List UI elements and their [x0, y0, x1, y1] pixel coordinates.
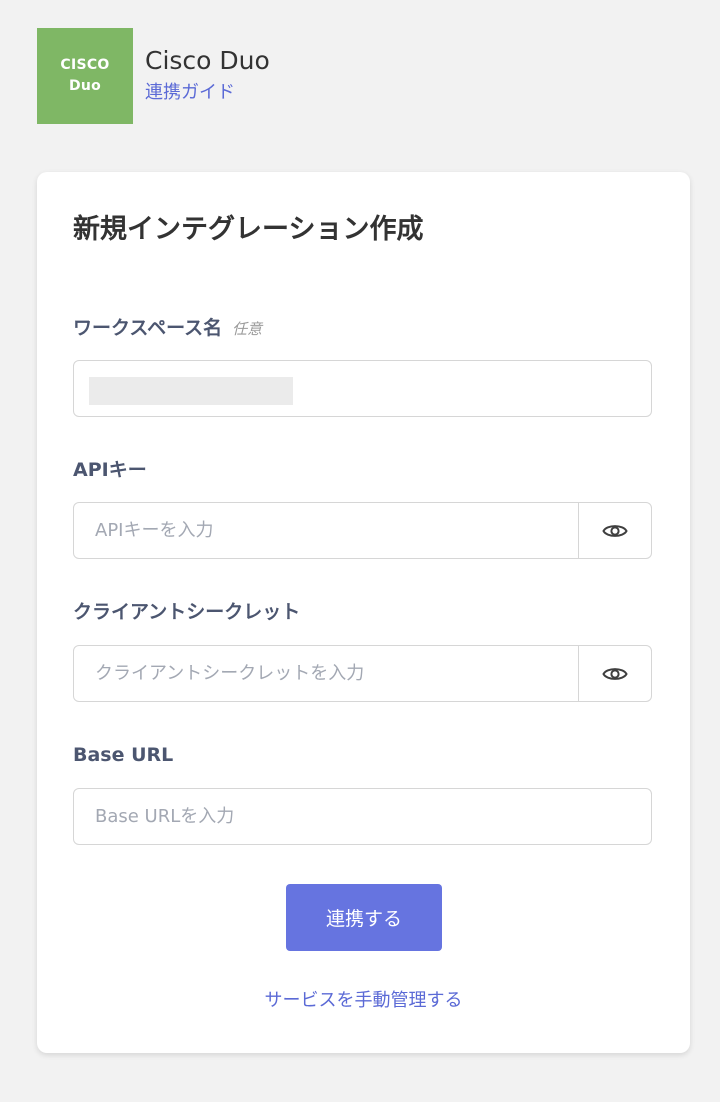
logo-line-duo: Duo [68, 78, 102, 94]
client-secret-label: クライアントシークレット [73, 601, 301, 623]
workspace-name-label: ワークスペース名 任意 [73, 314, 262, 343]
eye-icon [602, 667, 628, 680]
client-secret-visibility-toggle[interactable] [578, 646, 651, 701]
base-url-input[interactable] [74, 789, 651, 844]
base-url-field [73, 788, 652, 845]
client-secret-field [73, 645, 652, 702]
eye-icon [602, 524, 628, 537]
workspace-name-redacted-value [89, 377, 293, 405]
app-title: Cisco Duo [145, 46, 270, 75]
connect-button[interactable]: 連携する [286, 884, 442, 951]
manual-manage-link[interactable]: サービスを手動管理する [37, 988, 690, 1014]
page-title: 新規インテグレーション作成 [73, 214, 424, 245]
cisco-duo-logo: CISCO Duo [37, 28, 133, 124]
optional-tag: 任意 [232, 320, 263, 338]
workspace-name-field[interactable] [73, 360, 652, 417]
client-secret-input[interactable] [74, 646, 581, 701]
api-key-visibility-toggle[interactable] [578, 503, 651, 558]
api-key-input[interactable] [74, 503, 581, 558]
integration-form-card: 新規インテグレーション作成 ワークスペース名任意 APIキー クライアントシーク… [37, 172, 690, 1053]
api-key-label: APIキー [73, 459, 147, 481]
api-key-field [73, 502, 652, 559]
base-url-label: Base URL [73, 744, 174, 766]
logo-line-cisco: CISCO [60, 57, 110, 73]
integration-guide-link[interactable]: 連携ガイド [145, 81, 235, 105]
workspace-name-label-text: ワークスペース名 [73, 317, 223, 339]
